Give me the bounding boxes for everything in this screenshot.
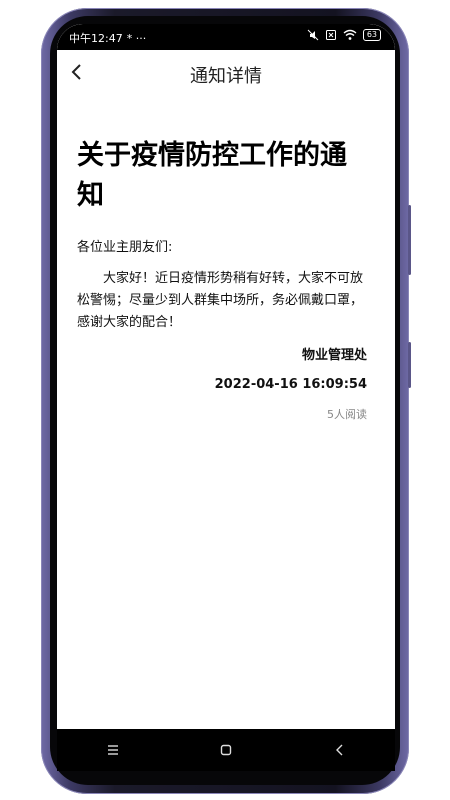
page-title: 通知详情 [190,66,262,87]
notice-timestamp: 2022-04-16 16:09:54 [214,377,367,392]
notice-content: 关于疫情防控工作的通知 各位业主朋友们: 大家好！近日疫情形势稍有好转，大家不可… [77,136,367,422]
sim-icon [325,30,336,40]
status-bar: 中午12:47 * ··· 63 [57,24,395,50]
home-button[interactable] [206,735,246,765]
system-back-button[interactable] [319,735,359,765]
system-nav-bar [57,729,395,771]
notice-title: 关于疫情防控工作的通知 [77,140,347,211]
notice-sender: 物业管理处 [301,348,367,363]
status-extra: * ··· [126,31,147,45]
volume-button [408,205,411,275]
recent-apps-button[interactable] [93,735,133,765]
back-icon [335,744,343,756]
wifi-icon [343,29,357,40]
read-count: 5人阅读 [327,408,367,421]
notice-body: 大家好！近日疫情形势稍有好转，大家不可放松警惕；尽量少到人群集中场所，务必佩戴口… [77,271,364,330]
nav-bar: 通知详情 [57,50,395,96]
notice-greeting: 各位业主朋友们: [77,240,173,255]
menu-icon [108,745,119,755]
mute-icon [307,29,319,41]
power-button [408,342,411,388]
battery-indicator: 63 [362,29,381,41]
screen: 中午12:47 * ··· 63 通知详情 关于疫情防控工作的通知 各位业主朋友… [57,24,395,729]
status-time: 中午12:47 [69,32,123,45]
home-icon [220,744,232,756]
